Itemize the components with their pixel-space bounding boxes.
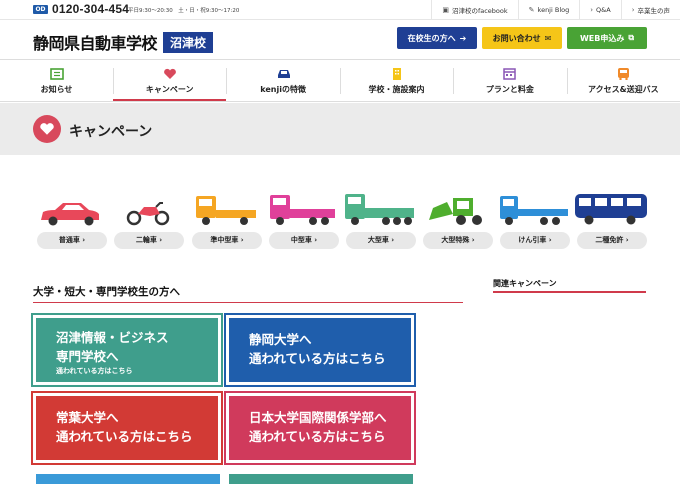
web-apply-button[interactable]: WEB申込み ⧉ bbox=[567, 27, 647, 49]
vehicle-medium[interactable]: 中型車 › bbox=[265, 190, 339, 250]
graduates-link[interactable]: › 卒業生の声 bbox=[620, 0, 680, 19]
mail-icon: ✉ bbox=[544, 33, 552, 43]
vehicle-label: 普通車 › bbox=[37, 232, 107, 249]
site-header: 静岡県自動車学校 沼津校 在校生の方へ ➔ お問い合わせ ✉ WEB申込み ⧉ bbox=[0, 20, 680, 60]
nav-item-facilities[interactable]: 学校・施設案内 bbox=[339, 61, 453, 101]
card-partial[interactable] bbox=[226, 471, 416, 487]
bus-icon bbox=[575, 194, 647, 225]
top-bar: OD 0120-304-454 平日9:30〜20:30 土・日・祝9:30〜1… bbox=[0, 0, 680, 20]
qa-link[interactable]: › Q&A bbox=[579, 0, 620, 19]
heart-icon bbox=[163, 67, 177, 80]
page-banner: キャンペーン bbox=[0, 103, 680, 155]
vehicle-label: 二輪車 › bbox=[114, 232, 184, 249]
phone-number[interactable]: 0120-304-454 bbox=[52, 2, 129, 16]
motorcycle-icon bbox=[126, 202, 170, 226]
logo-branch-text: 沼津校 bbox=[163, 31, 214, 53]
sidebar-title: 関連キャンペーン bbox=[493, 279, 557, 288]
trailer-icon bbox=[500, 196, 568, 225]
nav-item-plans[interactable]: プランと料金 bbox=[453, 61, 566, 101]
nav-item-campaign[interactable]: キャンペーン bbox=[113, 61, 227, 101]
current-students-button[interactable]: 在校生の方へ ➔ bbox=[397, 27, 477, 49]
pencil-icon: ✎ bbox=[528, 5, 535, 14]
main-nav: お知らせ キャンペーン kenjiの特徴 学校・施設案内 プランと料金 アクセス… bbox=[0, 61, 680, 102]
vehicle-class2[interactable]: 二種免許 › bbox=[573, 190, 647, 250]
contact-button[interactable]: お問い合わせ ✉ bbox=[482, 27, 562, 49]
news-icon bbox=[49, 67, 64, 80]
card-numazu-business[interactable]: 沼津情報・ビジネス 専門学校へ 通われている方はこちら bbox=[33, 315, 221, 385]
vehicle-standard-car[interactable]: 普通車 › bbox=[33, 190, 107, 250]
section-divider bbox=[33, 302, 463, 303]
vehicle-label: 準中型車 › bbox=[192, 232, 262, 249]
nav-item-news[interactable]: お知らせ bbox=[0, 61, 113, 101]
vehicle-label: 中型車 › bbox=[269, 232, 339, 249]
card-partial[interactable] bbox=[33, 471, 223, 487]
truck-icon bbox=[270, 195, 335, 225]
vehicle-label: けん引車 › bbox=[500, 232, 570, 249]
nav-item-features[interactable]: kenjiの特徴 bbox=[226, 61, 339, 101]
nav-item-access[interactable]: アクセス&送迎バス bbox=[566, 61, 680, 101]
arrow-circle-icon: ➔ bbox=[459, 33, 467, 43]
vehicle-label: 大型車 › bbox=[346, 232, 416, 249]
truck-icon bbox=[196, 196, 256, 225]
vehicle-types: 普通車 › 二輪車 › 準中型車 › 中型車 › 大型車 › 大型特殊 › けん… bbox=[33, 190, 653, 250]
free-dial-badge: OD bbox=[33, 5, 48, 14]
vehicle-semi-medium[interactable]: 準中型車 › bbox=[188, 190, 262, 250]
person-icon: › bbox=[631, 5, 635, 14]
building-icon bbox=[390, 67, 404, 80]
bus-icon bbox=[616, 67, 630, 80]
question-icon: › bbox=[590, 5, 594, 14]
card-shizuoka-univ[interactable]: 静岡大学へ 通われている方はこちら bbox=[226, 315, 414, 385]
car-icon bbox=[276, 67, 291, 80]
blog-link[interactable]: ✎ kenji Blog bbox=[517, 0, 580, 19]
card-tokoha-univ[interactable]: 常葉大学へ 通われている方はこちら bbox=[33, 393, 221, 463]
heart-icon bbox=[33, 115, 61, 143]
section-title: 大学・短大・専門学校生の方へ bbox=[33, 286, 180, 298]
facebook-icon: ▣ bbox=[442, 5, 449, 14]
page-title: キャンペーン bbox=[69, 124, 153, 140]
business-hours: 平日9:30〜20:30 土・日・祝9:30〜17:20 bbox=[128, 8, 240, 14]
sidebar-divider bbox=[493, 291, 646, 293]
calendar-icon bbox=[503, 67, 517, 80]
external-icon: ⧉ bbox=[628, 33, 635, 42]
vehicle-label: 二種免許 › bbox=[577, 232, 647, 249]
vehicle-label: 大型特殊 › bbox=[423, 232, 493, 249]
vehicle-tow[interactable]: けん引車 › bbox=[496, 190, 570, 250]
loader-icon bbox=[429, 198, 482, 225]
top-links: ▣ 沼津校のfacebook ✎ kenji Blog › Q&A › 卒業生の声 bbox=[431, 0, 680, 19]
sedan-icon bbox=[41, 203, 99, 226]
vehicle-motorcycle[interactable]: 二輪車 › bbox=[110, 190, 184, 250]
truck-icon bbox=[345, 194, 414, 225]
site-logo[interactable]: 静岡県自動車学校 沼津校 bbox=[33, 30, 214, 54]
vehicle-large-special[interactable]: 大型特殊 › bbox=[419, 190, 493, 250]
card-nihon-univ[interactable]: 日本大学国際関係学部へ 通われている方はこちら bbox=[226, 393, 414, 463]
facebook-link[interactable]: ▣ 沼津校のfacebook bbox=[431, 0, 517, 19]
vehicle-large[interactable]: 大型車 › bbox=[342, 190, 416, 250]
logo-main-text: 静岡県自動車学校 bbox=[33, 34, 158, 53]
